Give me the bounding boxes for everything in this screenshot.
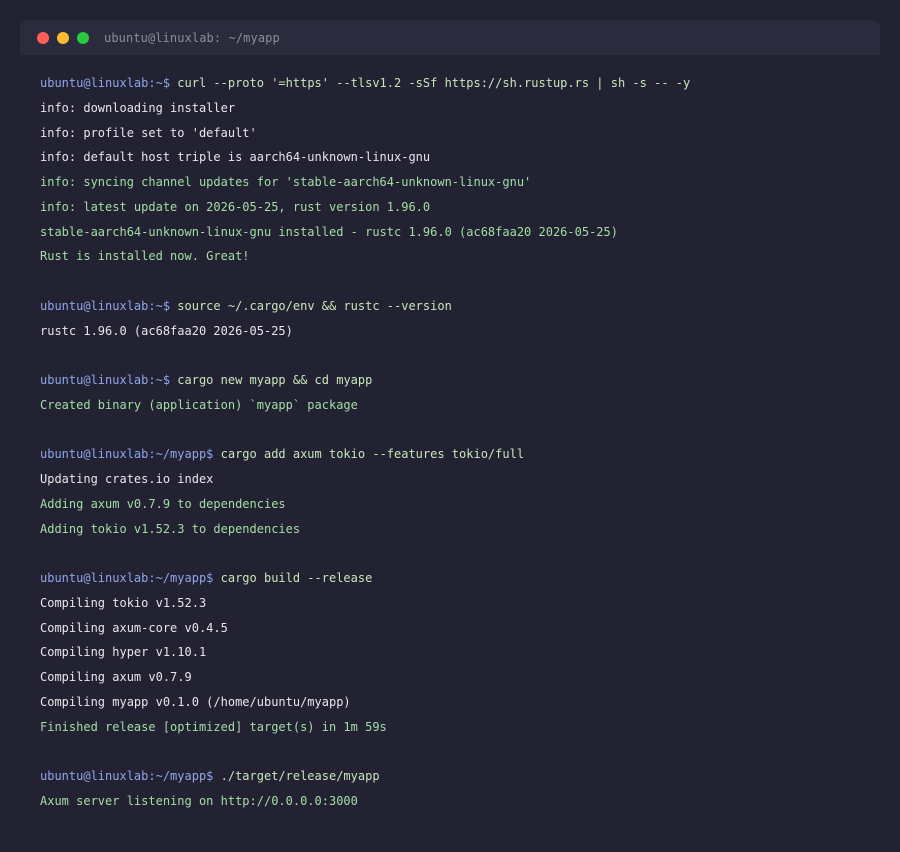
command-line: ubuntu@linuxlab:~$ source ~/.cargo/env &… xyxy=(40,294,880,319)
success-output-line: info: latest update on 2026-05-25, rust … xyxy=(40,195,880,220)
output-line: info: default host triple is aarch64-unk… xyxy=(40,145,880,170)
success-output-line: stable-aarch64-unknown-linux-gnu install… xyxy=(40,220,880,245)
output-text: info: syncing channel updates for 'stabl… xyxy=(40,175,532,189)
shell-prompt: ubuntu@linuxlab:~$ xyxy=(40,373,171,387)
command-text: cargo new myapp && cd myapp xyxy=(170,373,373,387)
output-text: info: downloading installer xyxy=(40,100,236,115)
command-line: ubuntu@linuxlab:~/myapp$ cargo add axum … xyxy=(40,442,880,467)
output-text: info: latest update on 2026-05-25, rust … xyxy=(40,199,431,214)
success-output-line: Finished release [optimized] target(s) i… xyxy=(40,715,880,740)
command-text: ./target/release/myapp xyxy=(213,769,380,783)
output-line: Compiling axum v0.7.9 xyxy=(40,665,880,690)
output-text: Compiling hyper v1.10.1 xyxy=(40,645,207,660)
success-output-line: Created binary (application) `myapp` pac… xyxy=(40,393,880,418)
command-line: ubuntu@linuxlab:~$ cargo new myapp && cd… xyxy=(40,368,880,393)
output-line: Compiling hyper v1.10.1 xyxy=(40,640,880,665)
output-line: Updating crates.io index xyxy=(40,467,880,492)
success-output-line: Adding tokio v1.52.3 to dependencies xyxy=(40,517,880,542)
shell-prompt: ubuntu@linuxlab:~/myapp$ xyxy=(40,571,214,585)
output-line: info: downloading installer xyxy=(40,96,880,121)
output-line: Compiling myapp v0.1.0 (/home/ubuntu/mya… xyxy=(40,690,880,715)
output-text: Compiling axum-core v0.4.5 xyxy=(40,620,228,635)
output-text: Compiling axum v0.7.9 xyxy=(40,670,192,684)
output-text: Rust is installed now. Great! xyxy=(40,249,250,264)
success-output-line: Adding axum v0.7.9 to dependencies xyxy=(40,492,880,517)
success-output-line: info: syncing channel updates for 'stabl… xyxy=(40,170,880,195)
success-output-line: Axum server listening on http://0.0.0.0:… xyxy=(40,789,880,814)
output-text: rustc 1.96.0 (ac68faa20 2026-05-25) xyxy=(40,323,293,338)
minimize-window-button[interactable] xyxy=(57,31,69,44)
output-text: Created binary (application) `myapp` pac… xyxy=(40,397,358,412)
output-text: info: profile set to 'default' xyxy=(40,125,257,140)
shell-prompt: ubuntu@linuxlab:~$ xyxy=(40,298,171,313)
output-text: Adding tokio v1.52.3 to dependencies xyxy=(40,521,301,536)
output-line: Compiling axum-core v0.4.5 xyxy=(40,616,880,641)
output-text: Compiling myapp v0.1.0 (/home/ubuntu/mya… xyxy=(40,694,351,709)
terminal-output[interactable]: ubuntu@linuxlab:~$ curl --proto '=https'… xyxy=(40,71,880,814)
output-text: Finished release [optimized] target(s) i… xyxy=(40,719,387,734)
shell-prompt: ubuntu@linuxlab:~/myapp$ xyxy=(40,769,214,783)
output-text: stable-aarch64-unknown-linux-gnu install… xyxy=(40,224,618,239)
command-text: curl --proto '=https' --tlsv1.2 -sSf htt… xyxy=(170,76,691,90)
output-line: info: profile set to 'default' xyxy=(40,121,880,146)
command-text: cargo add axum tokio --features tokio/fu… xyxy=(213,447,525,462)
success-output-line: Rust is installed now. Great! xyxy=(40,244,880,269)
output-line: Compiling tokio v1.52.3 xyxy=(40,591,880,616)
command-line: ubuntu@linuxlab:~/myapp$ cargo build --r… xyxy=(40,566,880,591)
shell-prompt: ubuntu@linuxlab:~/myapp$ xyxy=(40,447,214,462)
close-window-button[interactable] xyxy=(37,31,49,44)
output-line: rustc 1.96.0 (ac68faa20 2026-05-25) xyxy=(40,319,880,344)
output-text: info: default host triple is aarch64-unk… xyxy=(40,150,431,165)
command-text: source ~/.cargo/env && rustc --version xyxy=(170,298,452,313)
maximize-window-button[interactable] xyxy=(77,31,89,44)
output-text: Axum server listening on http://0.0.0.0:… xyxy=(40,793,358,808)
window-title: ubuntu@linuxlab: ~/myapp xyxy=(104,30,280,45)
command-text: cargo build --release xyxy=(213,571,373,585)
shell-prompt: ubuntu@linuxlab:~$ xyxy=(40,76,171,90)
title-bar: ubuntu@linuxlab: ~/myapp xyxy=(20,20,880,55)
output-text: Updating crates.io index xyxy=(40,472,214,486)
output-text: Adding axum v0.7.9 to dependencies xyxy=(40,496,286,511)
output-text: Compiling tokio v1.52.3 xyxy=(40,595,207,610)
command-line: ubuntu@linuxlab:~/myapp$ ./target/releas… xyxy=(40,764,880,789)
command-line: ubuntu@linuxlab:~$ curl --proto '=https'… xyxy=(40,71,880,96)
